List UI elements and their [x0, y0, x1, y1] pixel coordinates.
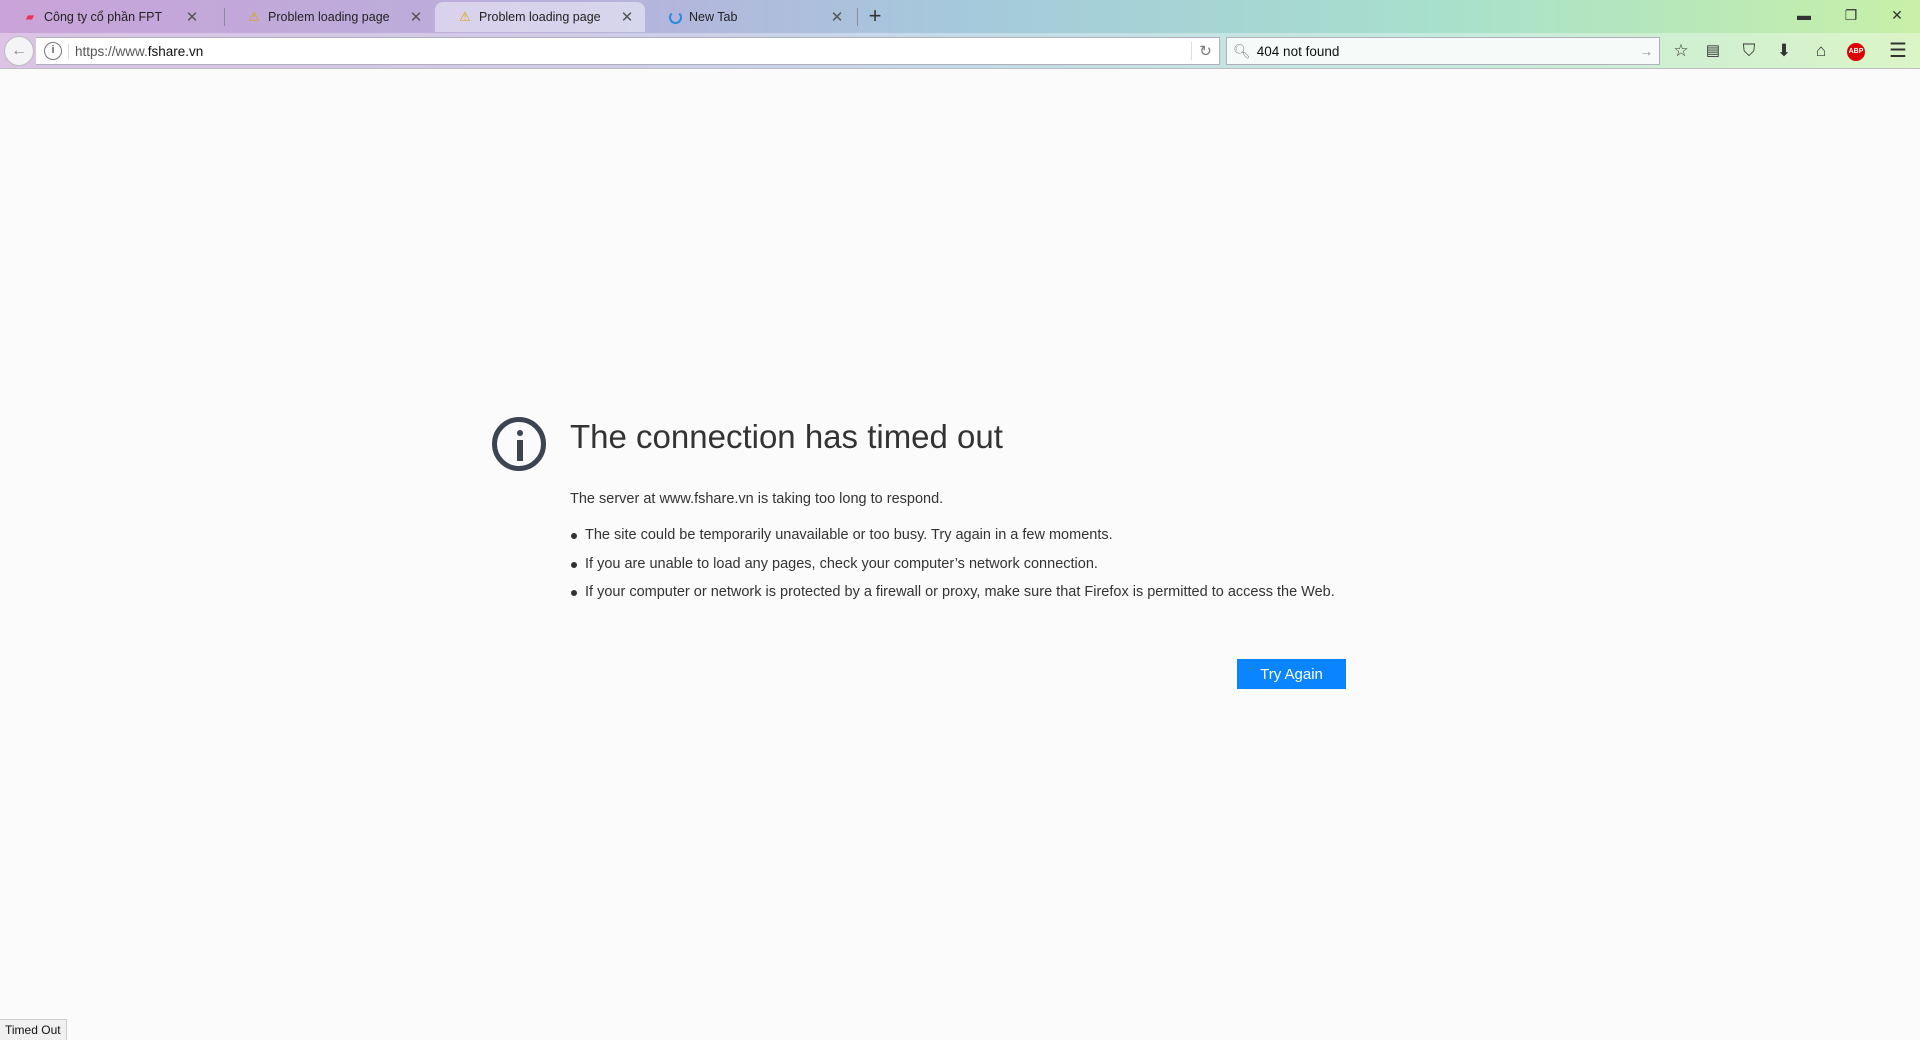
tab-problem-loading-2[interactable]: ⚠ Problem loading page ✕: [435, 2, 645, 32]
close-tab-icon[interactable]: ✕: [829, 8, 845, 26]
warning-icon: ⚠: [248, 9, 260, 24]
search-input[interactable]: [1256, 43, 1640, 59]
fpt-favicon: ▰: [26, 11, 34, 23]
tab-label: Công ty cổ phần FPT: [44, 10, 163, 24]
back-button[interactable]: ←: [4, 36, 34, 66]
close-tab-icon[interactable]: ✕: [619, 8, 635, 26]
menu-hamburger-icon[interactable]: ☰: [1885, 39, 1911, 63]
search-bar[interactable]: 🔍︎ →: [1226, 37, 1660, 65]
warning-icon: ⚠: [459, 9, 471, 24]
close-window-button[interactable]: ✕: [1882, 4, 1912, 26]
list-item: If your computer or network is protected…: [570, 582, 1350, 603]
search-go-icon[interactable]: →: [1640, 44, 1654, 59]
pocket-icon[interactable]: ⛉: [1736, 39, 1762, 63]
error-description: The server at www.fshare.vn is taking to…: [570, 491, 944, 507]
error-suggestions: The site could be temporarily unavailabl…: [570, 525, 1350, 611]
adblock-plus-icon[interactable]: ABP: [1843, 39, 1869, 63]
list-item: If you are unable to load any pages, che…: [570, 554, 1350, 575]
tab-label: Problem loading page: [479, 10, 601, 24]
url-text[interactable]: https://www.fshare.vn: [68, 43, 1191, 59]
url-domain: fshare.vn: [147, 43, 204, 59]
site-info-icon[interactable]: i: [44, 42, 62, 60]
bookmark-star-icon[interactable]: ☆: [1668, 39, 1694, 63]
list-item: The site could be temporarily unavailabl…: [570, 525, 1350, 546]
info-icon: [492, 417, 546, 471]
reload-icon[interactable]: ↻: [1191, 42, 1219, 60]
loading-spinner-icon: [667, 9, 683, 25]
restore-button[interactable]: ❐: [1836, 4, 1866, 26]
url-prefix: https://www.: [75, 43, 148, 59]
search-icon: 🔍︎: [1233, 42, 1251, 59]
url-bar[interactable]: i https://www.fshare.vn ↻: [36, 37, 1220, 65]
close-tab-icon[interactable]: ✕: [184, 8, 200, 26]
minimize-button[interactable]: ▬: [1789, 4, 1819, 26]
try-again-button[interactable]: Try Again: [1237, 659, 1346, 689]
tab-label: New Tab: [689, 10, 738, 24]
error-title: The connection has timed out: [570, 418, 1003, 455]
new-tab-button[interactable]: +: [864, 2, 886, 30]
tab-divider: [857, 8, 858, 26]
nav-toolbar: i https://www.fshare.vn ↻ ← 🔍︎ → ☆ ▤ ⛉ ⬇…: [0, 33, 1920, 69]
download-icon[interactable]: ⬇: [1771, 39, 1797, 63]
home-icon[interactable]: ⌂: [1808, 39, 1834, 63]
status-bar: Timed Out: [0, 1019, 67, 1040]
tab-fpt[interactable]: ▰ Công ty cổ phần FPT ✕: [0, 2, 210, 32]
tab-label: Problem loading page: [268, 10, 390, 24]
bookmarks-library-icon[interactable]: ▤: [1700, 39, 1726, 63]
tab-new-tab[interactable]: New Tab ✕: [645, 2, 855, 32]
browser-chrome: ▰ Công ty cổ phần FPT ✕ ⚠ Problem loadin…: [0, 0, 1920, 69]
close-tab-icon[interactable]: ✕: [408, 8, 424, 26]
tab-problem-loading-1[interactable]: ⚠ Problem loading page ✕: [224, 2, 434, 32]
